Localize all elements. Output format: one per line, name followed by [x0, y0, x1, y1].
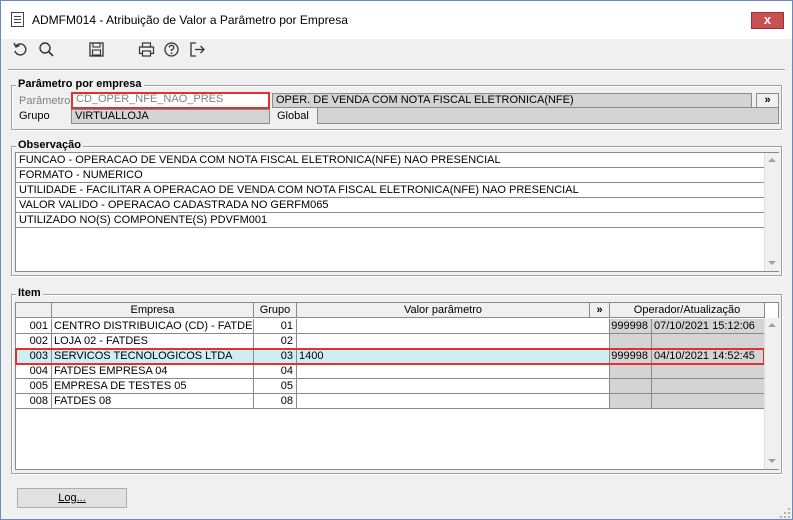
row-data: 04/10/2021 14:52:45 [652, 349, 765, 364]
row-grupo: 01 [254, 319, 297, 334]
exit-icon[interactable] [187, 39, 207, 59]
row-valor[interactable] [297, 364, 610, 379]
observacao-line: UTILIDADE - FACILITAR A OPERACAO DE VEND… [16, 183, 765, 198]
row-code: 001 [16, 319, 52, 334]
parametro-input[interactable]: CD_OPER_NFE_NAO_PRES [71, 92, 270, 109]
row-operador [610, 364, 652, 379]
parametro-expand-button[interactable]: » [756, 93, 779, 108]
row-empresa: CENTRO DISTRIBUICAO (CD) - FATDES [52, 319, 254, 334]
scroll-down-icon[interactable] [768, 459, 776, 463]
header-expand-button[interactable]: » [590, 303, 610, 318]
row-data: 07/10/2021 15:12:06 [652, 319, 765, 334]
row-empresa: SERVICOS TECNOLOGICOS LTDA [52, 349, 254, 364]
row-operador [610, 394, 652, 409]
row-empresa: FATDES EMPRESA 04 [52, 364, 254, 379]
toolbar [1, 39, 792, 63]
row-code: 005 [16, 379, 52, 394]
undo-icon[interactable] [10, 39, 30, 59]
item-label: Item [16, 287, 43, 299]
observacao-scrollbar[interactable] [764, 153, 779, 271]
row-operador [610, 334, 652, 349]
row-operador: 999998 [610, 319, 652, 334]
observacao-label: Observação [16, 139, 83, 151]
item-grid: Empresa Grupo Valor parâmetro » Operador… [15, 302, 779, 470]
observacao-textarea[interactable]: FUNCAO - OPERACAO DE VENDA COM NOTA FISC… [15, 152, 779, 272]
row-empresa: FATDES 08 [52, 394, 254, 409]
observacao-line: FORMATO - NUMERICO [16, 168, 765, 183]
main-window: ADMFM014 - Atribuição de Valor a Parâmet… [0, 0, 793, 520]
row-code: 003 [16, 349, 52, 364]
item-grid-scrollbar[interactable] [764, 318, 779, 469]
row-grupo: 04 [254, 364, 297, 379]
row-data [652, 364, 765, 379]
observacao-line: VALOR VALIDO - OPERACAO CADASTRADA NO GE… [16, 198, 765, 213]
close-button[interactable]: x [751, 12, 784, 29]
scroll-up-icon[interactable] [768, 158, 776, 162]
row-grupo: 05 [254, 379, 297, 394]
header-operador[interactable]: Operador/Atualização [610, 303, 765, 318]
global-field [317, 107, 779, 124]
row-code: 002 [16, 334, 52, 349]
window-title: ADMFM014 - Atribuição de Valor a Parâmet… [32, 13, 348, 27]
parametro-label: Parâmetro [19, 95, 71, 107]
toolbar-separator [8, 69, 785, 71]
row-valor[interactable]: 1400 [297, 349, 610, 364]
row-data [652, 334, 765, 349]
row-empresa: EMPRESA DE TESTES 05 [52, 379, 254, 394]
row-valor[interactable] [297, 334, 610, 349]
parametro-empresa-label: Parâmetro por empresa [16, 78, 144, 90]
document-icon [11, 12, 24, 27]
row-grupo: 03 [254, 349, 297, 364]
parametro-description: OPER. DE VENDA COM NOTA FISCAL ELETRONIC… [272, 93, 752, 108]
header-valor[interactable]: Valor parâmetro [297, 303, 590, 318]
help-icon[interactable] [161, 39, 181, 59]
grupo-field: VIRTUALLOJA [71, 109, 270, 124]
observacao-line: FUNCAO - OPERACAO DE VENDA COM NOTA FISC… [16, 153, 765, 168]
row-data [652, 394, 765, 409]
row-operador: 999998 [610, 349, 652, 364]
print-icon[interactable] [136, 39, 156, 59]
resize-grip-icon[interactable] [779, 507, 791, 519]
header-empresa[interactable]: Empresa [52, 303, 254, 318]
header-code [16, 303, 52, 318]
observacao-line: UTILIZADO NO(S) COMPONENTE(S) PDVFM001 [16, 213, 765, 228]
row-grupo: 08 [254, 394, 297, 409]
log-button-label: Log... [58, 492, 86, 504]
row-valor[interactable] [297, 394, 610, 409]
row-code: 004 [16, 364, 52, 379]
row-valor[interactable] [297, 319, 610, 334]
row-grupo: 02 [254, 334, 297, 349]
scroll-up-icon[interactable] [768, 323, 776, 327]
title-bar: ADMFM014 - Atribuição de Valor a Parâmet… [1, 1, 792, 39]
log-button[interactable]: Log... [17, 488, 127, 508]
row-valor[interactable] [297, 379, 610, 394]
row-empresa: LOJA 02 - FATDES [52, 334, 254, 349]
header-grupo[interactable]: Grupo [254, 303, 297, 318]
row-data [652, 379, 765, 394]
scroll-down-icon[interactable] [768, 261, 776, 265]
row-operador [610, 379, 652, 394]
save-icon[interactable] [86, 39, 106, 59]
row-code: 008 [16, 394, 52, 409]
global-label: Global [277, 110, 309, 122]
search-icon[interactable] [36, 39, 56, 59]
grupo-label: Grupo [19, 110, 50, 122]
